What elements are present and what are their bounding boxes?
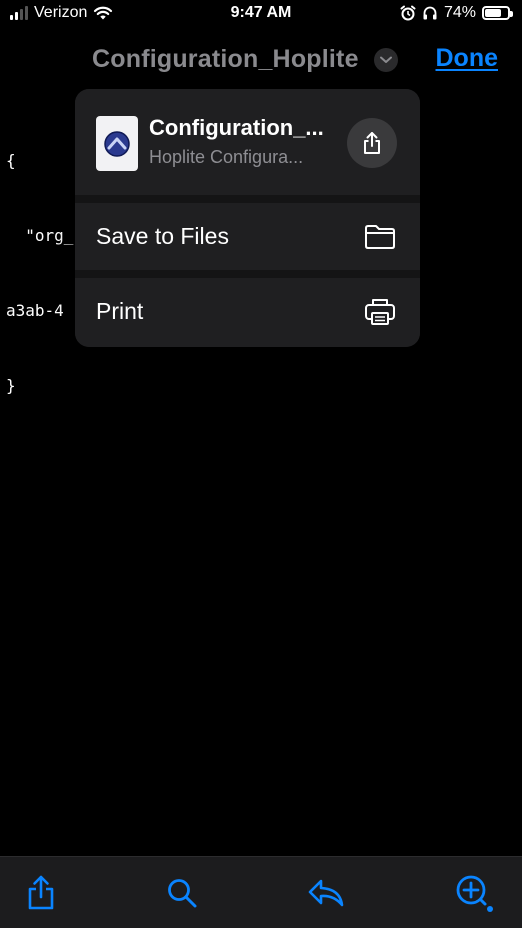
- done-button[interactable]: Done: [436, 44, 499, 73]
- hoplite-logo-icon: [104, 130, 130, 157]
- doc-line: }: [6, 376, 16, 395]
- headphones-icon: [423, 6, 437, 20]
- markup-toolbar-button[interactable]: [454, 873, 494, 913]
- title-menu-button[interactable]: [374, 48, 398, 72]
- printer-icon: [364, 296, 396, 328]
- share-separator: [75, 270, 420, 278]
- share-file-subtitle: Hoplite Configura...: [149, 147, 304, 167]
- folder-icon: [364, 221, 396, 253]
- file-thumbnail: [96, 116, 138, 171]
- share-popover: Configuration_... Hoplite Configura... S…: [75, 89, 420, 347]
- nav-bar: Configuration_Hoplite Done: [0, 30, 522, 90]
- status-bar: Verizon 9:47 AM 74%: [0, 0, 522, 30]
- print-label: Print: [96, 298, 144, 324]
- share-header: Configuration_... Hoplite Configura...: [75, 89, 420, 195]
- status-right: 74%: [400, 4, 513, 22]
- share-file-title: Configuration_...: [149, 115, 324, 140]
- share-toolbar-button[interactable]: [21, 873, 61, 913]
- share-icon: [28, 875, 54, 910]
- document-title[interactable]: Configuration_Hoplite: [92, 45, 359, 74]
- share-separator: [75, 195, 420, 203]
- search-icon: [168, 879, 197, 908]
- doc-line: {: [6, 151, 16, 170]
- doc-line: a3ab-4: [6, 301, 64, 320]
- search-toolbar-button[interactable]: [162, 873, 202, 913]
- share-button[interactable]: [347, 118, 397, 168]
- alarm-icon: [400, 5, 416, 21]
- chevron-down-icon: [380, 56, 392, 63]
- print-action[interactable]: Print: [75, 278, 420, 347]
- bottom-toolbar: [0, 856, 522, 928]
- share-icon: [364, 132, 380, 154]
- battery-icon: [482, 6, 513, 20]
- doc-line: "org_: [6, 226, 74, 245]
- document-content: { "org_ a3ab-4 }: [6, 98, 73, 423]
- save-to-files-label: Save to Files: [96, 223, 229, 249]
- battery-percent: 74%: [443, 4, 476, 21]
- reply-toolbar-button[interactable]: [306, 873, 346, 913]
- reply-icon: [308, 879, 344, 907]
- save-to-files-action[interactable]: Save to Files: [75, 203, 420, 270]
- battery-fill: [485, 9, 501, 17]
- markup-icon: [456, 875, 493, 912]
